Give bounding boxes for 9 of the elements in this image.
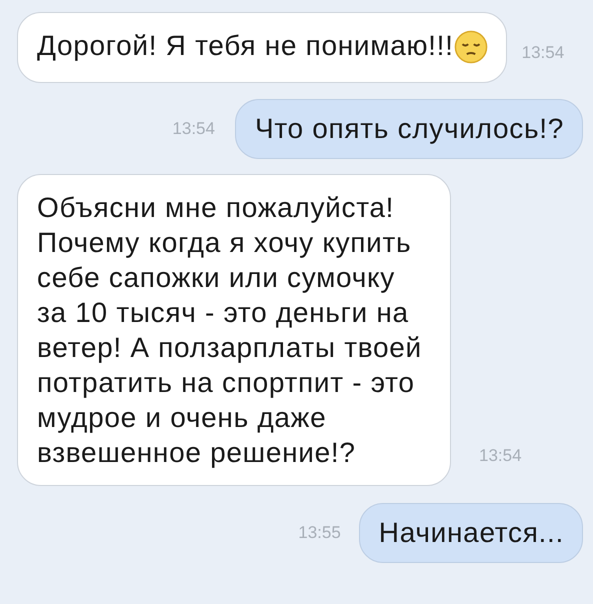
timestamp: 13:54 bbox=[522, 43, 564, 63]
timestamp: 13:54 bbox=[479, 446, 522, 466]
message-text: Начинается... bbox=[378, 517, 564, 548]
message-text: Дорогой! Я тебя не понимаю!!! bbox=[37, 29, 454, 63]
message-text: Объясни мне пожалуйста! Почему когда я хочу купить себе сапожки или сумочку за 10 тысяч - это деньги на ветер! А ползарплаты твоей потратить на спортпит - это мудрое и очень даже взвешенное решение!? bbox=[37, 192, 422, 468]
pensive-emoji-icon bbox=[454, 30, 488, 64]
timestamp: 13:55 bbox=[298, 523, 341, 543]
message-text: Что опять случилось!? bbox=[254, 113, 564, 144]
timestamp: 13:54 bbox=[172, 119, 215, 139]
